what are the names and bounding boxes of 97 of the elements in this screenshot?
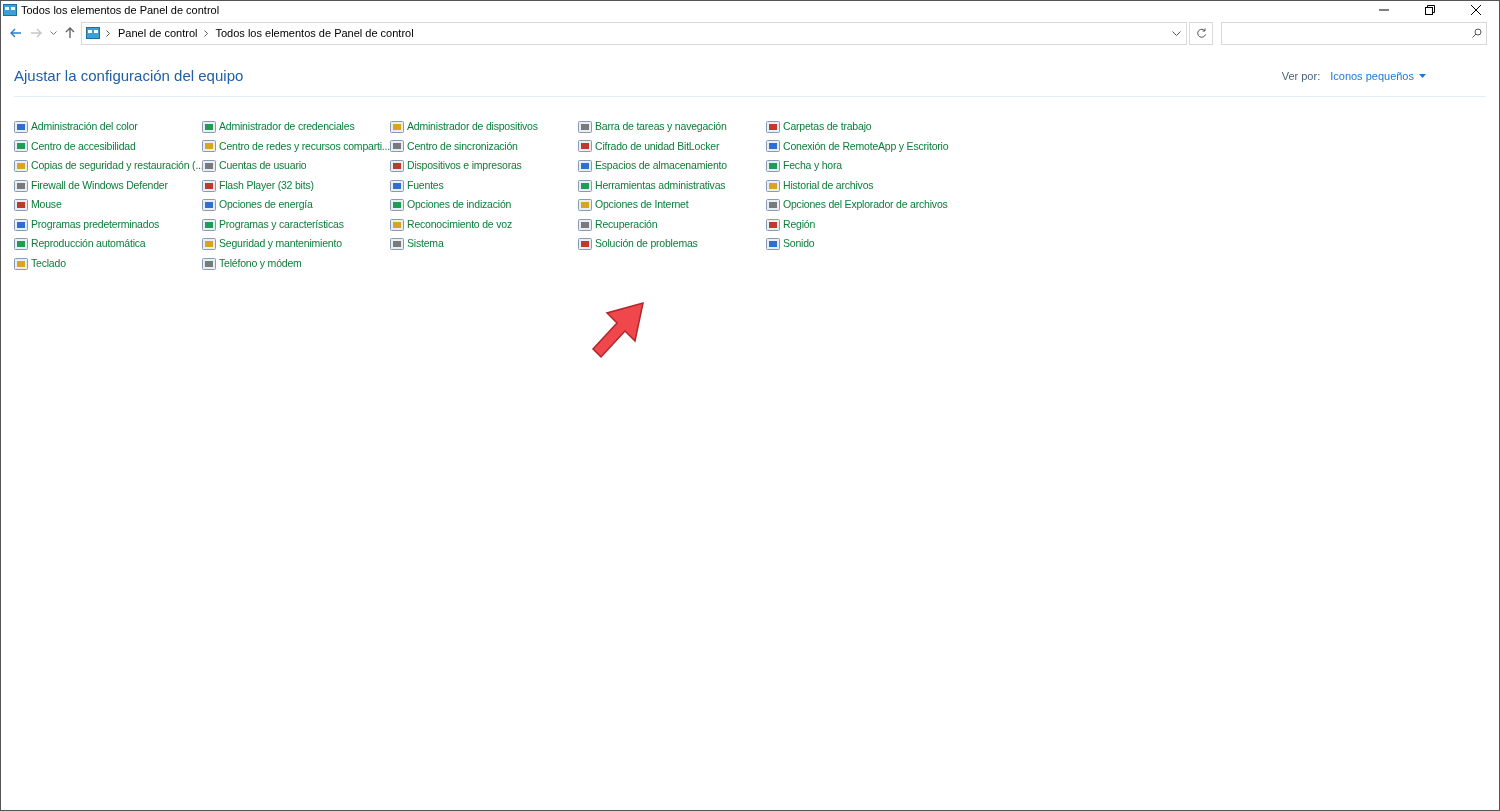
control-panel-link[interactable]: Flash Player (32 bits): [202, 175, 314, 196]
applet-icon: [766, 139, 780, 154]
control-panel-link[interactable]: Sistema: [390, 234, 444, 255]
applet-icon: [390, 119, 404, 134]
applet-icon: [578, 178, 592, 193]
applet-icon: [14, 198, 28, 213]
applet-icon: [766, 119, 780, 134]
applet-icon: [202, 256, 216, 271]
control-panel-link[interactable]: Mouse: [14, 195, 62, 215]
applet-icon: [390, 217, 404, 232]
control-panel-link[interactable]: Fecha y hora: [766, 156, 842, 176]
applet-icon: [202, 139, 216, 154]
forward-arrow-icon: [30, 28, 42, 38]
address-bar[interactable]: Panel de control Todos los elementos de Panel de control: [81, 21, 1187, 45]
control-panel-link[interactable]: Dispositivos e impresoras: [390, 156, 522, 176]
applet-icon: [390, 159, 404, 173]
control-panel-link[interactable]: Firewall de Windows Defender: [14, 175, 168, 196]
applet-icon: [14, 159, 28, 173]
applet-icon: [578, 198, 592, 213]
control-panel-link[interactable]: Fuentes: [390, 175, 444, 196]
applet-icon: [766, 178, 780, 193]
control-panel-link[interactable]: Carpetas de trabajo: [766, 117, 872, 137]
control-panel-link[interactable]: Solución de problemas: [578, 234, 698, 255]
applet-icon: [578, 159, 592, 173]
control-panel-link[interactable]: Reproducción automática: [14, 234, 146, 255]
breadcrumb[interactable]: Todos los elementos de Panel de control: [215, 24, 414, 42]
applet-icon: [578, 139, 592, 154]
refresh-button[interactable]: [1189, 21, 1213, 45]
applet-icon: [202, 159, 216, 173]
control-panel-link[interactable]: Administrador de credenciales: [202, 117, 355, 137]
page-heading: Ajustar la configuración del equipo: [14, 65, 244, 86]
window-title: Todos los elementos de Panel de control: [21, 2, 220, 18]
caret-icon: [1171, 30, 1181, 36]
control-panel-link[interactable]: Herramientas administrativas: [578, 175, 726, 196]
applet-icon: [390, 198, 404, 213]
control-panel-link[interactable]: Opciones de Internet: [578, 195, 689, 215]
control-panel-link[interactable]: Opciones del Explorador de archivos: [766, 195, 948, 215]
caret-icon: [49, 31, 57, 35]
control-panel-link[interactable]: Historial de archivos: [766, 175, 874, 196]
control-panel-link[interactable]: Recuperación: [578, 214, 658, 235]
control-panel-link[interactable]: Centro de redes y recursos comparti...: [202, 136, 390, 157]
applet-icon: [202, 237, 216, 252]
applet-icon: [390, 237, 404, 252]
control-panel-link[interactable]: Teclado: [14, 254, 66, 274]
refresh-icon: [1195, 27, 1207, 39]
control-panel-link[interactable]: Centro de sincronización: [390, 136, 518, 157]
applet-icon: [390, 178, 404, 193]
view-by-label: Ver por:: [1281, 68, 1321, 84]
applet-icon: [766, 217, 780, 232]
control-panel-link[interactable]: Barra de tareas y navegación: [578, 117, 727, 137]
control-panel-link[interactable]: Opciones de energía: [202, 195, 313, 215]
breadcrumb[interactable]: Panel de control: [118, 24, 198, 42]
control-panel-link[interactable]: Administración del color: [14, 117, 138, 137]
control-panel-link[interactable]: Espacios de almacenamiento: [578, 156, 727, 176]
applet-icon: [14, 256, 28, 271]
control-panel-link[interactable]: Programas predeterminados: [14, 214, 160, 235]
caret-icon: [1419, 74, 1426, 78]
control-panel-link[interactable]: Centro de accesibilidad: [14, 136, 136, 157]
applet-icon: [766, 159, 780, 173]
control-panel-link[interactable]: Administrador de dispositivos: [390, 117, 538, 137]
control-panel-link[interactable]: Opciones de indización: [390, 195, 512, 215]
applet-icon: [390, 139, 404, 154]
back-arrow-icon: [10, 28, 22, 38]
control-panel-link[interactable]: Cifrado de unidad BitLocker: [578, 136, 720, 157]
search-field[interactable]: [1221, 21, 1487, 45]
chevron-icon: [203, 29, 208, 37]
view-mode-dropdown[interactable]: Iconos pequeños: [1330, 67, 1426, 85]
applet-icon: [202, 217, 216, 232]
control-panel-icon: [3, 4, 17, 16]
applet-icon: [14, 237, 28, 252]
control-panel-link[interactable]: Seguridad y mantenimiento: [202, 234, 342, 255]
applet-icon: [578, 217, 592, 232]
applet-icon: [578, 237, 592, 252]
close-icon: [1471, 5, 1481, 15]
control-panel-link[interactable]: Reconocimiento de voz: [390, 214, 512, 235]
control-panel-icon: [86, 27, 100, 39]
control-panel-link[interactable]: Región: [766, 214, 816, 235]
search-icon: [1472, 28, 1482, 38]
applet-icon: [578, 119, 592, 134]
control-panel-link[interactable]: Conexión de RemoteApp y Escritorio: [766, 136, 949, 157]
applet-icon: [14, 217, 28, 232]
applet-icon: [14, 139, 28, 154]
control-panel-link[interactable]: Cuentas de usuario: [202, 156, 307, 176]
control-panel-link[interactable]: Sonido: [766, 234, 815, 255]
applet-icon: [202, 119, 216, 134]
applet-icon: [14, 178, 28, 193]
control-panel-link[interactable]: Teléfono y módem: [202, 254, 302, 274]
annotation-arrow: [591, 301, 647, 361]
applet-icon: [202, 198, 216, 213]
up-arrow-icon: [65, 27, 75, 39]
restore-icon: [1425, 5, 1435, 15]
applet-icon: [14, 119, 28, 134]
control-panel-link[interactable]: Programas y características: [202, 214, 344, 235]
chevron-icon: [106, 29, 110, 37]
applet-icon: [202, 178, 216, 193]
applet-icon: [766, 198, 780, 213]
applet-icon: [766, 237, 780, 252]
